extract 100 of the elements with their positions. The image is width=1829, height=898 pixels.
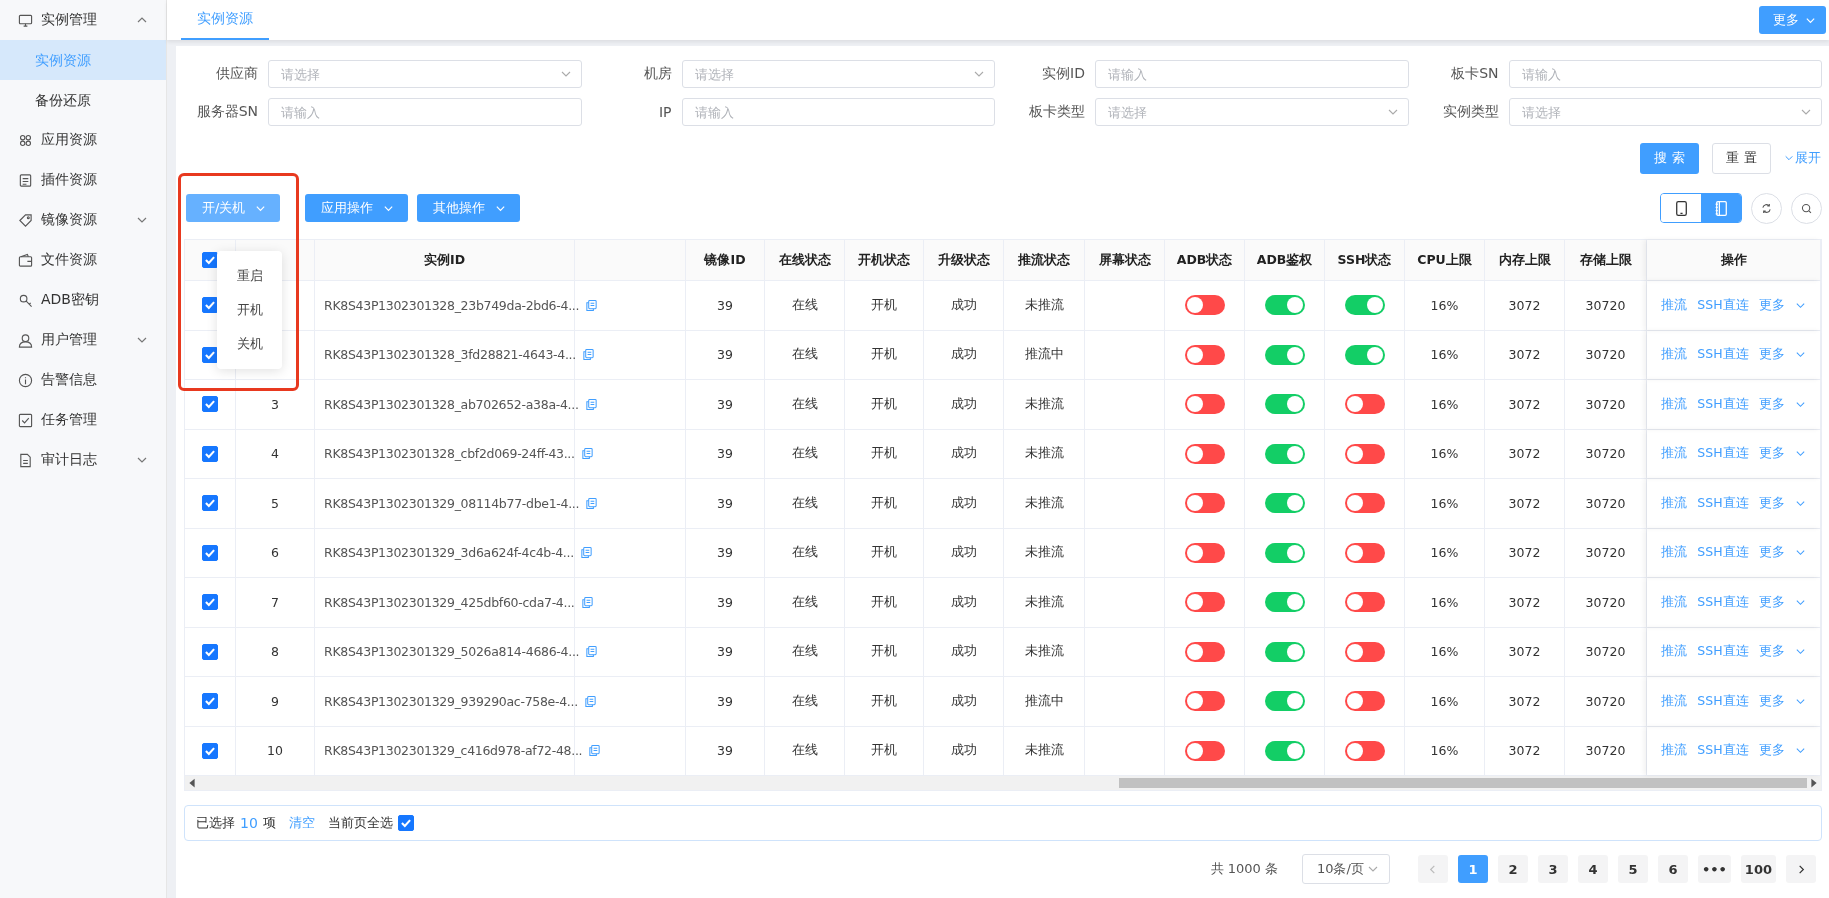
copy-icon[interactable]	[579, 546, 593, 560]
page-button[interactable]: 1	[1457, 855, 1488, 883]
sidebar-item[interactable]: 实例管理	[0, 0, 166, 40]
action-link[interactable]: SSH直连	[1697, 742, 1749, 760]
checkbox[interactable]	[202, 396, 218, 413]
toggle-switch[interactable]	[1264, 493, 1305, 514]
action-link[interactable]: 推流	[1661, 643, 1688, 661]
action-link[interactable]: 更多	[1758, 296, 1785, 314]
toggle-switch[interactable]	[1344, 592, 1385, 613]
sidebar-item[interactable]: 镜像资源	[0, 200, 166, 240]
action-link[interactable]: 更多	[1758, 445, 1785, 463]
action-link[interactable]: SSH直连	[1697, 395, 1749, 413]
action-link[interactable]: SSH直连	[1697, 346, 1749, 364]
toggle-switch[interactable]	[1344, 691, 1385, 712]
action-link[interactable]: 更多	[1758, 346, 1785, 364]
toggle-switch[interactable]	[1264, 691, 1305, 712]
sidebar-item[interactable]: 应用资源	[0, 120, 166, 160]
toggle-switch[interactable]	[1184, 394, 1225, 415]
toggle-switch[interactable]	[1184, 691, 1225, 712]
toggle-switch[interactable]	[1264, 641, 1305, 662]
checkbox[interactable]	[202, 252, 218, 268]
checkbox[interactable]	[397, 815, 414, 831]
action-link[interactable]: 推流	[1661, 445, 1688, 463]
action-link[interactable]: 更多	[1758, 692, 1785, 710]
toggle-switch[interactable]	[1184, 493, 1225, 514]
copy-icon[interactable]	[585, 496, 599, 510]
toggle-switch[interactable]	[1344, 641, 1385, 662]
page-button[interactable]: 100	[1740, 855, 1776, 883]
action-link[interactable]: SSH直连	[1697, 593, 1749, 611]
toggle-switch[interactable]	[1344, 542, 1385, 563]
sidebar-item[interactable]: ADB密钥	[0, 280, 166, 320]
copy-icon[interactable]	[585, 298, 599, 312]
toggle-switch[interactable]	[1264, 295, 1305, 316]
action-link[interactable]: 推流	[1661, 296, 1688, 314]
checkbox[interactable]	[202, 693, 218, 710]
toggle-switch[interactable]	[1344, 740, 1385, 761]
toggle-switch[interactable]	[1344, 344, 1385, 365]
toggle-switch[interactable]	[1264, 394, 1305, 415]
checkbox[interactable]	[202, 495, 218, 512]
action-link[interactable]: 更多	[1758, 395, 1785, 413]
dropdown-button[interactable]: 开/关机	[186, 194, 281, 222]
action-link[interactable]: SSH直连	[1697, 494, 1749, 512]
toggle-switch[interactable]	[1184, 295, 1225, 316]
sidebar-item[interactable]: 审计日志	[0, 440, 166, 480]
toggle-switch[interactable]	[1184, 641, 1225, 662]
more-button[interactable]: 更多	[1759, 6, 1826, 34]
action-link[interactable]: 更多	[1758, 742, 1785, 760]
input-field[interactable]: 请输入	[681, 98, 995, 126]
copy-icon[interactable]	[580, 447, 594, 461]
toggle-switch[interactable]	[1344, 443, 1385, 464]
checkbox[interactable]	[202, 544, 218, 561]
toggle-switch[interactable]	[1184, 542, 1225, 563]
sidebar-item[interactable]: 文件资源	[0, 240, 166, 280]
action-link[interactable]: 推流	[1661, 395, 1688, 413]
toggle-switch[interactable]	[1184, 443, 1225, 464]
toggle-switch[interactable]	[1264, 443, 1305, 464]
reset-button[interactable]: 重 置	[1712, 142, 1771, 174]
page-button[interactable]: 5	[1617, 855, 1648, 883]
tab[interactable]: 实例资源	[181, 0, 269, 40]
toggle-switch[interactable]	[1264, 592, 1305, 613]
toggle-switch[interactable]	[1184, 740, 1225, 761]
action-link[interactable]: 推流	[1661, 593, 1688, 611]
copy-icon[interactable]	[584, 397, 598, 411]
view-toggle[interactable]	[1701, 194, 1741, 222]
action-link[interactable]: 推流	[1661, 742, 1688, 760]
menu-item[interactable]: 开机	[217, 293, 282, 327]
checkbox[interactable]	[202, 594, 218, 611]
sidebar-subitem[interactable]: 实例资源	[0, 40, 166, 80]
checkbox[interactable]	[202, 643, 218, 660]
search-button[interactable]: 搜 索	[1640, 142, 1699, 174]
sidebar-item[interactable]: 告警信息	[0, 360, 166, 400]
select-field[interactable]: 请选择	[1508, 98, 1822, 126]
toggle-switch[interactable]	[1264, 344, 1305, 365]
select-field[interactable]: 请选择	[268, 60, 582, 88]
checkbox[interactable]	[202, 297, 218, 314]
page-button[interactable]: 2	[1497, 855, 1528, 883]
copy-icon[interactable]	[583, 694, 597, 708]
action-link[interactable]: SSH直连	[1697, 445, 1749, 463]
sidebar-subitem[interactable]: 备份还原	[0, 80, 166, 120]
menu-item[interactable]: 重启	[217, 259, 282, 293]
expand-link[interactable]: 展开	[1784, 149, 1821, 167]
action-link[interactable]: SSH直连	[1697, 692, 1749, 710]
toggle-switch[interactable]	[1344, 295, 1385, 316]
copy-icon[interactable]	[580, 595, 594, 609]
action-link[interactable]: 更多	[1758, 593, 1785, 611]
action-link[interactable]: 推流	[1661, 544, 1688, 562]
toggle-switch[interactable]	[1264, 740, 1305, 761]
sidebar-item[interactable]: 用户管理	[0, 320, 166, 360]
action-link[interactable]: 更多	[1758, 544, 1785, 562]
input-field[interactable]: 请输入	[1508, 60, 1822, 88]
copy-icon[interactable]	[581, 348, 595, 362]
input-field[interactable]: 请输入	[268, 98, 582, 126]
toggle-switch[interactable]	[1344, 394, 1385, 415]
scrollbar[interactable]	[185, 776, 1821, 790]
select-field[interactable]: 请选择	[681, 60, 995, 88]
action-link[interactable]: 推流	[1661, 494, 1688, 512]
sidebar-item[interactable]: 任务管理	[0, 400, 166, 440]
toggle-switch[interactable]	[1344, 493, 1385, 514]
action-link[interactable]: 推流	[1661, 692, 1688, 710]
menu-item[interactable]: 关机	[217, 327, 282, 361]
